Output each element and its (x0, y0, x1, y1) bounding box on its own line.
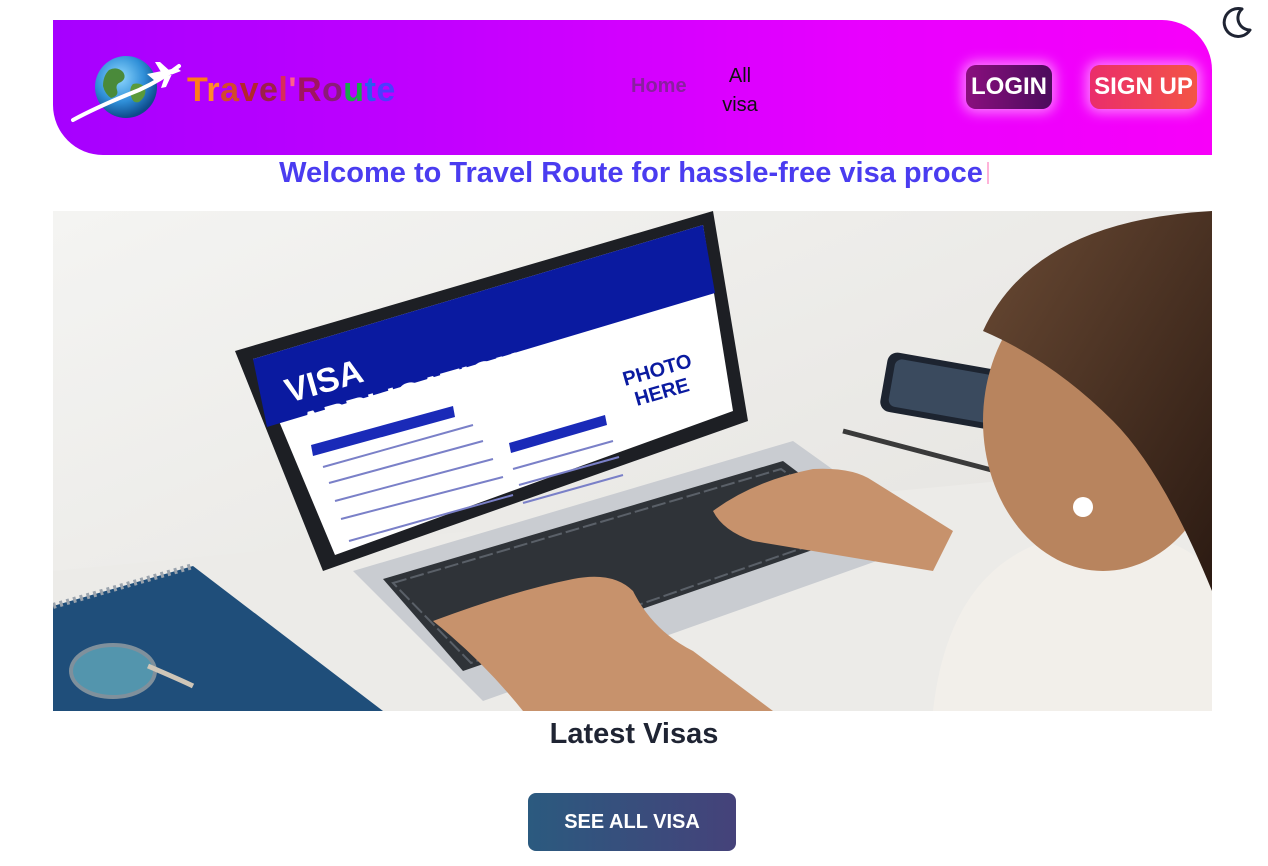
brand-letter: o (322, 71, 344, 109)
brand-name: Travel'Route (187, 73, 396, 107)
brand-letter: u (343, 71, 365, 109)
globe-airplane-icon (71, 56, 181, 122)
welcome-banner: Welcome to Travel Route for hassle-free … (0, 157, 1268, 190)
nav-link-home[interactable]: Home (631, 75, 687, 98)
welcome-text: Welcome to Travel Route for hassle-free … (279, 157, 983, 189)
login-button[interactable]: LOGIN (966, 65, 1052, 109)
nav-link-all-visa[interactable]: All visa (721, 62, 759, 120)
typing-cursor (986, 162, 989, 184)
brand-letter: R (296, 71, 323, 109)
theme-toggle-button[interactable] (1216, 2, 1256, 42)
brand-letter: T (187, 71, 207, 109)
hero-image: VISA APPLICATION PHOTO HERE (53, 211, 1212, 711)
signup-button[interactable]: SIGN UP (1090, 65, 1197, 109)
brand-letter: a (220, 71, 240, 109)
brand-logo[interactable]: Travel'Route (69, 54, 396, 126)
see-all-visa-button[interactable]: SEE ALL VISA (528, 793, 736, 851)
nav-link-all-visa-line2: visa (722, 94, 758, 116)
brand-letter: r (206, 71, 221, 109)
brand-letter: e (376, 71, 396, 109)
nav-link-all-visa-line1: All (728, 65, 752, 87)
latest-visas-heading: Latest Visas (549, 718, 719, 750)
brand-letter: e (258, 71, 279, 109)
moon-icon (1222, 6, 1252, 38)
brand-letter: l (278, 71, 289, 109)
brand-letter: ' (288, 71, 297, 109)
navbar: Travel'Route Home All visa LOGIN SIGN UP (53, 20, 1212, 155)
hero-illustration: VISA APPLICATION PHOTO HERE (53, 211, 1212, 711)
brand-letter: t (364, 71, 377, 109)
brand-letter: v (239, 71, 259, 109)
